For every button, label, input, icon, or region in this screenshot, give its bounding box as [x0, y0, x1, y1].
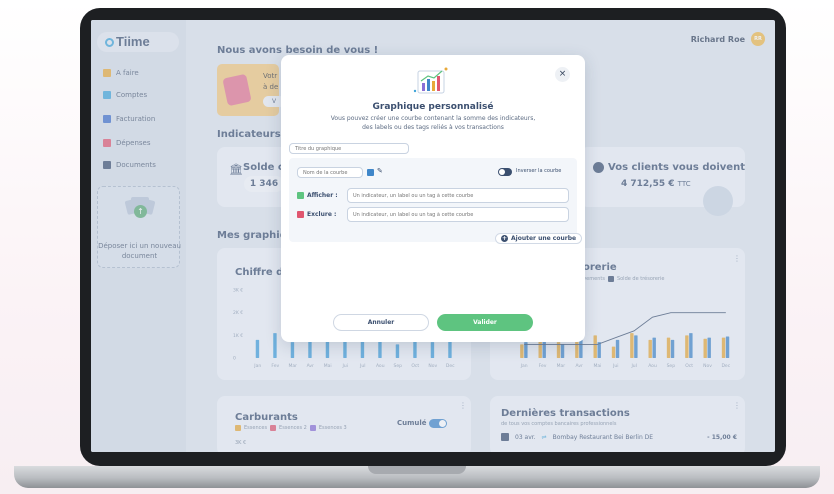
include-icon [297, 192, 304, 199]
laptop-screen: Tiime A faire Comptes Facturation Dépenses D… [91, 20, 775, 452]
include-input[interactable] [347, 188, 569, 203]
exclude-label: Exclure : [297, 211, 336, 218]
invert-curve-toggle[interactable] [498, 168, 512, 176]
curve-color-picker[interactable] [367, 169, 374, 176]
plus-icon: + [501, 235, 508, 242]
brush-icon[interactable]: ✎ [377, 167, 383, 175]
invert-curve-label: Inverser la courbe [516, 168, 562, 174]
chart-title-input[interactable] [289, 143, 409, 154]
include-label: Afficher : [297, 192, 338, 199]
laptop-notch [368, 466, 466, 474]
chart-illustration-icon [413, 67, 448, 94]
submit-button[interactable]: Valider [437, 314, 533, 331]
exclude-icon [297, 211, 304, 218]
exclude-input[interactable] [347, 207, 569, 222]
modal-title: Graphique personnalisé [372, 102, 494, 112]
modal-subtitle: Vous pouvez créer une courbe contenant l… [330, 115, 536, 131]
custom-chart-modal: × Graphique personnalisé Vous pouvez cré… [281, 55, 585, 342]
cancel-button[interactable]: Annuler [333, 314, 429, 331]
add-curve-button[interactable]: + Ajouter une courbe [495, 233, 583, 244]
curve-name-input[interactable] [297, 167, 363, 178]
close-icon[interactable]: × [555, 67, 570, 82]
